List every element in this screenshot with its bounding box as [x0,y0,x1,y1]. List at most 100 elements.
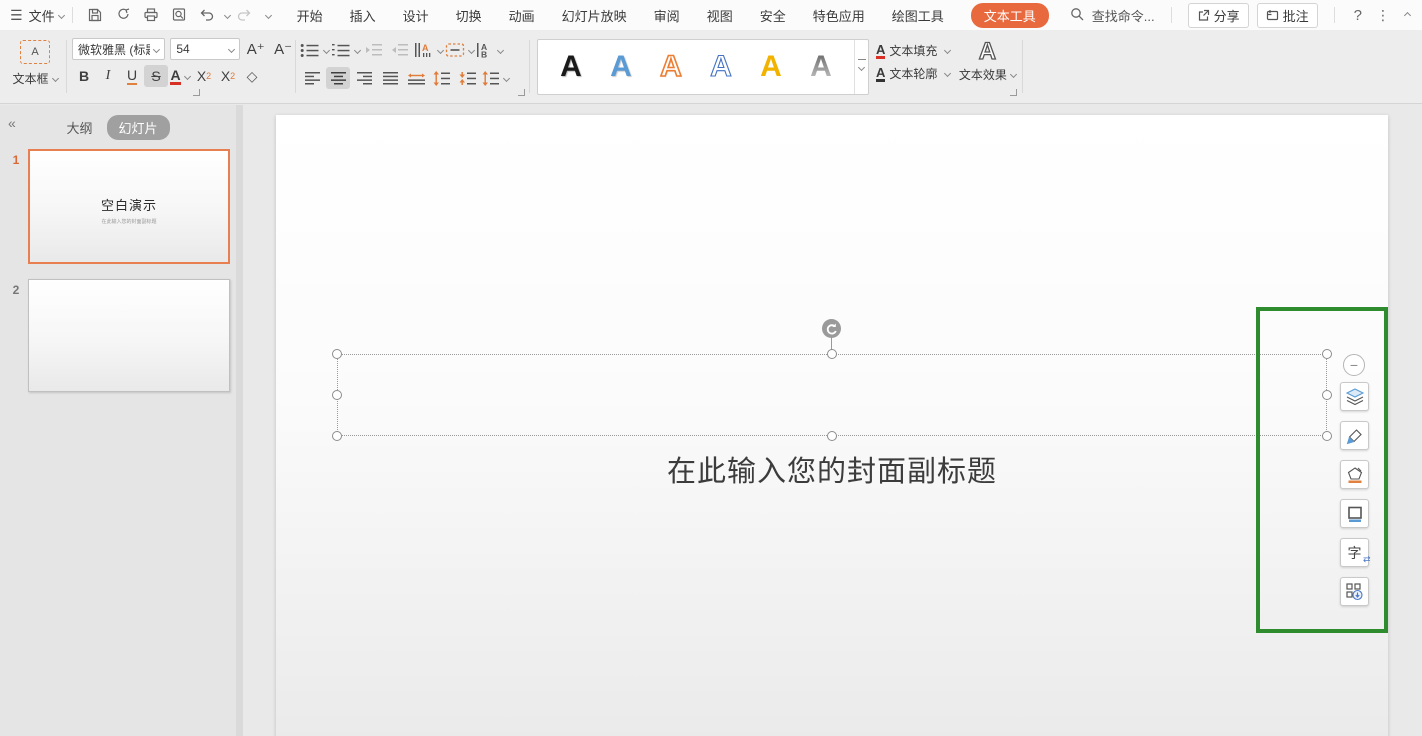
subscript-button[interactable]: X2 [216,65,240,87]
wordart-style-blue[interactable]: A [610,52,632,82]
divider [529,40,530,93]
brush-button[interactable] [1340,421,1369,450]
quick-access-more-icon[interactable] [265,11,272,18]
tab-slides[interactable]: 幻灯片 [107,115,170,140]
undo-icon[interactable] [195,4,219,26]
tab-slideshow[interactable]: 幻灯片放映 [562,6,627,25]
export-icon[interactable] [111,4,135,26]
tab-home[interactable]: 开始 [297,6,323,25]
resize-handle-nw[interactable] [332,349,342,359]
font-group: 微软雅黑 (标题 54 A⁺ A⁻ B I U S A X2 X2 ◇ [72,38,295,87]
align-center-button[interactable] [326,67,350,89]
tab-view[interactable]: 视图 [707,6,733,25]
dialog-launcher-icon[interactable] [518,89,525,96]
help-button[interactable]: ? [1351,7,1365,24]
file-menu[interactable]: 文件 [29,6,55,25]
tab-insert[interactable]: 插入 [350,6,376,25]
grow-font-button[interactable]: A⁺ [244,38,268,60]
panel-scrollbar[interactable] [236,105,243,736]
numbered-list-button[interactable] [331,39,360,61]
justify-button[interactable] [378,67,402,89]
tab-drawing-tools[interactable]: 绘图工具 [892,6,944,25]
wordart-style-white-blue-outline[interactable]: A [710,52,732,82]
text-direction-button[interactable]: A [414,39,443,61]
char-align-button[interactable]: AB [476,39,503,61]
rotate-handle[interactable] [821,318,842,339]
wordart-style-gold[interactable]: A [760,52,782,82]
wordart-style-black[interactable]: A [560,52,582,82]
resize-handle-n[interactable] [827,349,837,359]
tab-transition[interactable]: 切换 [456,6,482,25]
more-options-button[interactable]: ⋮ [1373,7,1393,24]
space-before-button[interactable] [430,67,454,89]
clear-format-button[interactable]: ◇ [240,65,264,87]
undo-chevron-icon[interactable] [224,11,231,18]
increase-indent-button [388,39,412,61]
text-effects-button[interactable]: A 文本效果 [956,38,1018,83]
strikethrough-button[interactable]: S [144,65,168,87]
line-spacing-button[interactable] [482,67,509,89]
subtitle-placeholder-text[interactable]: 在此输入您的封面副标题 [276,448,1388,490]
textbox-style-button[interactable] [445,39,474,61]
shape-outline-button[interactable] [1340,499,1369,528]
search-icon[interactable] [1070,7,1084,24]
superscript-button[interactable]: X2 [192,65,216,87]
italic-button[interactable]: I [96,65,120,87]
tab-security[interactable]: 安全 [760,6,786,25]
slide-thumbnail-1[interactable]: 空白演示 在此输入您的封面副标题 [28,149,230,264]
dialog-launcher-icon[interactable] [1010,89,1017,96]
hamburger-menu-icon[interactable]: ☰ [10,7,23,24]
text-outline-button[interactable]: A 文本轮廓 [876,65,950,82]
tab-outline[interactable]: 大纲 [66,118,92,137]
tab-special-apps[interactable]: 特色应用 [813,6,865,25]
slide-thumbnail-2[interactable] [28,279,230,392]
file-menu-chevron-icon[interactable] [58,11,65,18]
comment-button[interactable]: 批注 [1257,3,1318,28]
text-settings-button[interactable]: 字⇄ [1340,538,1369,567]
share-icon [1197,9,1210,22]
ribbon-tabs: 开始 插入 设计 切换 动画 幻灯片放映 审阅 视图 安全 特色应用 绘图工具 … [297,3,1049,28]
slide-editing-area[interactable]: 在此输入您的封面副标题 − 字⇄ [276,115,1388,736]
decrease-indent-button [362,39,386,61]
redo-icon [232,4,256,26]
align-right-button[interactable] [352,67,376,89]
wordart-style-gray-gradient[interactable]: A [810,52,832,82]
distribute-button[interactable] [404,67,428,89]
dialog-launcher-icon[interactable] [193,89,200,96]
shrink-font-button[interactable]: A⁻ [271,38,295,60]
layers-button[interactable] [1340,382,1369,411]
search-command-label[interactable]: 查找命令... [1092,6,1155,25]
shape-fill-icon [1346,466,1364,484]
bullet-list-button[interactable] [300,39,329,61]
editing-canvas: 在此输入您的封面副标题 − 字⇄ [243,105,1422,736]
font-name-select[interactable]: 微软雅黑 (标题 [72,38,165,60]
collapse-ribbon-icon[interactable] [1404,11,1411,18]
text-effects-icon: A [956,38,1018,66]
underline-button[interactable]: U [120,65,144,87]
save-icon[interactable] [83,4,107,26]
more-layouts-button[interactable] [1340,577,1369,606]
text-fill-button[interactable]: A 文本填充 [876,42,950,59]
wordart-style-orange-outline[interactable]: A [660,52,682,82]
align-left-button[interactable] [300,67,324,89]
font-color-button[interactable]: A [168,65,192,87]
tab-animation[interactable]: 动画 [509,6,535,25]
collapse-toolbar-button[interactable]: − [1343,354,1365,376]
font-size-select[interactable]: 54 [170,38,240,60]
print-icon[interactable] [139,4,163,26]
thumbnail-subtitle: 在此输入您的封面副标题 [30,218,228,225]
space-after-button[interactable] [456,67,480,89]
share-button[interactable]: 分享 [1188,3,1249,28]
print-preview-icon[interactable] [167,4,191,26]
wordart-gallery-more-button[interactable] [854,40,868,94]
resize-handle-sw[interactable] [332,431,342,441]
tab-text-tools[interactable]: 文本工具 [971,3,1049,28]
resize-handle-s[interactable] [827,431,837,441]
resize-handle-w[interactable] [332,390,342,400]
textbox-button[interactable]: A 文本框 [8,38,62,87]
tab-design[interactable]: 设计 [403,6,429,25]
bold-button[interactable]: B [72,65,96,87]
shape-fill-button[interactable] [1340,460,1369,489]
tab-review[interactable]: 审阅 [654,6,680,25]
selected-text-placeholder[interactable] [337,354,1327,436]
